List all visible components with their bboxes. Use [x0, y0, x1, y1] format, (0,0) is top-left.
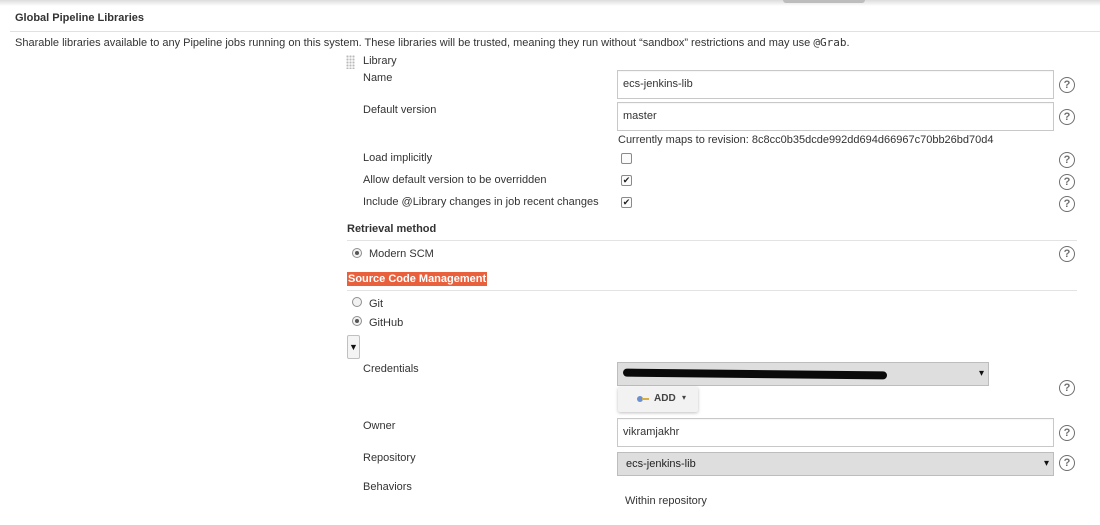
add-credentials-button[interactable]: ADD ▾	[618, 387, 698, 412]
retrieval-help-icon[interactable]: ?	[1059, 246, 1075, 262]
owner-label: Owner	[363, 420, 396, 432]
retrieval-divider	[347, 240, 1077, 241]
behaviors-label: Behaviors	[363, 481, 412, 493]
allow-override-label: Allow default version to be overridden	[363, 174, 547, 186]
modern-scm-label: Modern SCM	[369, 248, 434, 260]
top-scroll-tab	[783, 0, 865, 3]
scm-title: Source Code Management	[347, 272, 488, 286]
name-help-icon[interactable]: ?	[1059, 77, 1075, 93]
modern-scm-radio[interactable]	[352, 248, 362, 258]
add-button-label: ADD	[654, 393, 676, 404]
repository-value: ecs-jenkins-lib	[626, 458, 696, 470]
section-description: Sharable libraries available to any Pipe…	[15, 36, 850, 49]
default-version-label: Default version	[363, 104, 437, 116]
name-input[interactable]: ecs-jenkins-lib	[617, 70, 1054, 99]
git-label: Git	[369, 298, 384, 310]
credentials-label: Credentials	[363, 363, 419, 375]
load-implicitly-help-icon[interactable]: ?	[1059, 152, 1075, 168]
section-title: Global Pipeline Libraries	[15, 12, 144, 24]
dropdown-arrow-icon: ▾	[978, 368, 984, 379]
github-label: GitHub	[369, 317, 404, 329]
owner-input[interactable]: vikramjakhr	[617, 418, 1054, 447]
description-code: @Grab	[813, 36, 847, 49]
description-end: .	[846, 37, 850, 49]
owner-help-icon[interactable]: ?	[1059, 425, 1075, 441]
allow-override-help-icon[interactable]: ?	[1059, 174, 1075, 190]
revision-note: Currently maps to revision: 8c8cc0b35dcd…	[618, 134, 994, 146]
include-changes-help-icon[interactable]: ?	[1059, 196, 1075, 212]
load-implicitly-checkbox[interactable]	[621, 153, 632, 164]
credentials-help-icon[interactable]: ?	[1059, 380, 1075, 396]
dropdown-arrow-icon: ▾	[1043, 458, 1049, 469]
github-radio[interactable]	[352, 316, 362, 326]
repository-label: Repository	[363, 452, 416, 464]
git-radio[interactable]	[352, 297, 362, 307]
repository-select[interactable]: ecs-jenkins-lib ▾	[617, 452, 1054, 476]
allow-override-checkbox[interactable]: ✔	[621, 175, 632, 186]
drag-handle-icon[interactable]	[346, 55, 355, 69]
caret-down-icon: ▾	[682, 393, 687, 402]
behavior-within-repository: Within repository	[625, 495, 707, 507]
credentials-select[interactable]: ▾	[617, 362, 989, 386]
include-changes-checkbox[interactable]: ✔	[621, 197, 632, 208]
scm-divider	[347, 290, 1077, 291]
retrieval-method-title: Retrieval method	[347, 223, 437, 235]
redacted-credentials	[622, 368, 888, 380]
description-text: Sharable libraries available to any Pipe…	[15, 37, 814, 49]
key-icon	[637, 396, 649, 402]
library-header: Library	[363, 55, 397, 67]
load-implicitly-label: Load implicitly	[363, 152, 433, 164]
repository-help-icon[interactable]: ?	[1059, 455, 1075, 471]
collapse-toggle-button[interactable]: ▼	[347, 335, 360, 359]
section-divider	[10, 31, 1100, 32]
default-version-input[interactable]: master	[617, 102, 1054, 131]
include-changes-label: Include @Library changes in job recent c…	[363, 196, 599, 208]
name-label: Name	[363, 72, 393, 84]
top-shadow	[0, 0, 1100, 6]
default-version-help-icon[interactable]: ?	[1059, 109, 1075, 125]
